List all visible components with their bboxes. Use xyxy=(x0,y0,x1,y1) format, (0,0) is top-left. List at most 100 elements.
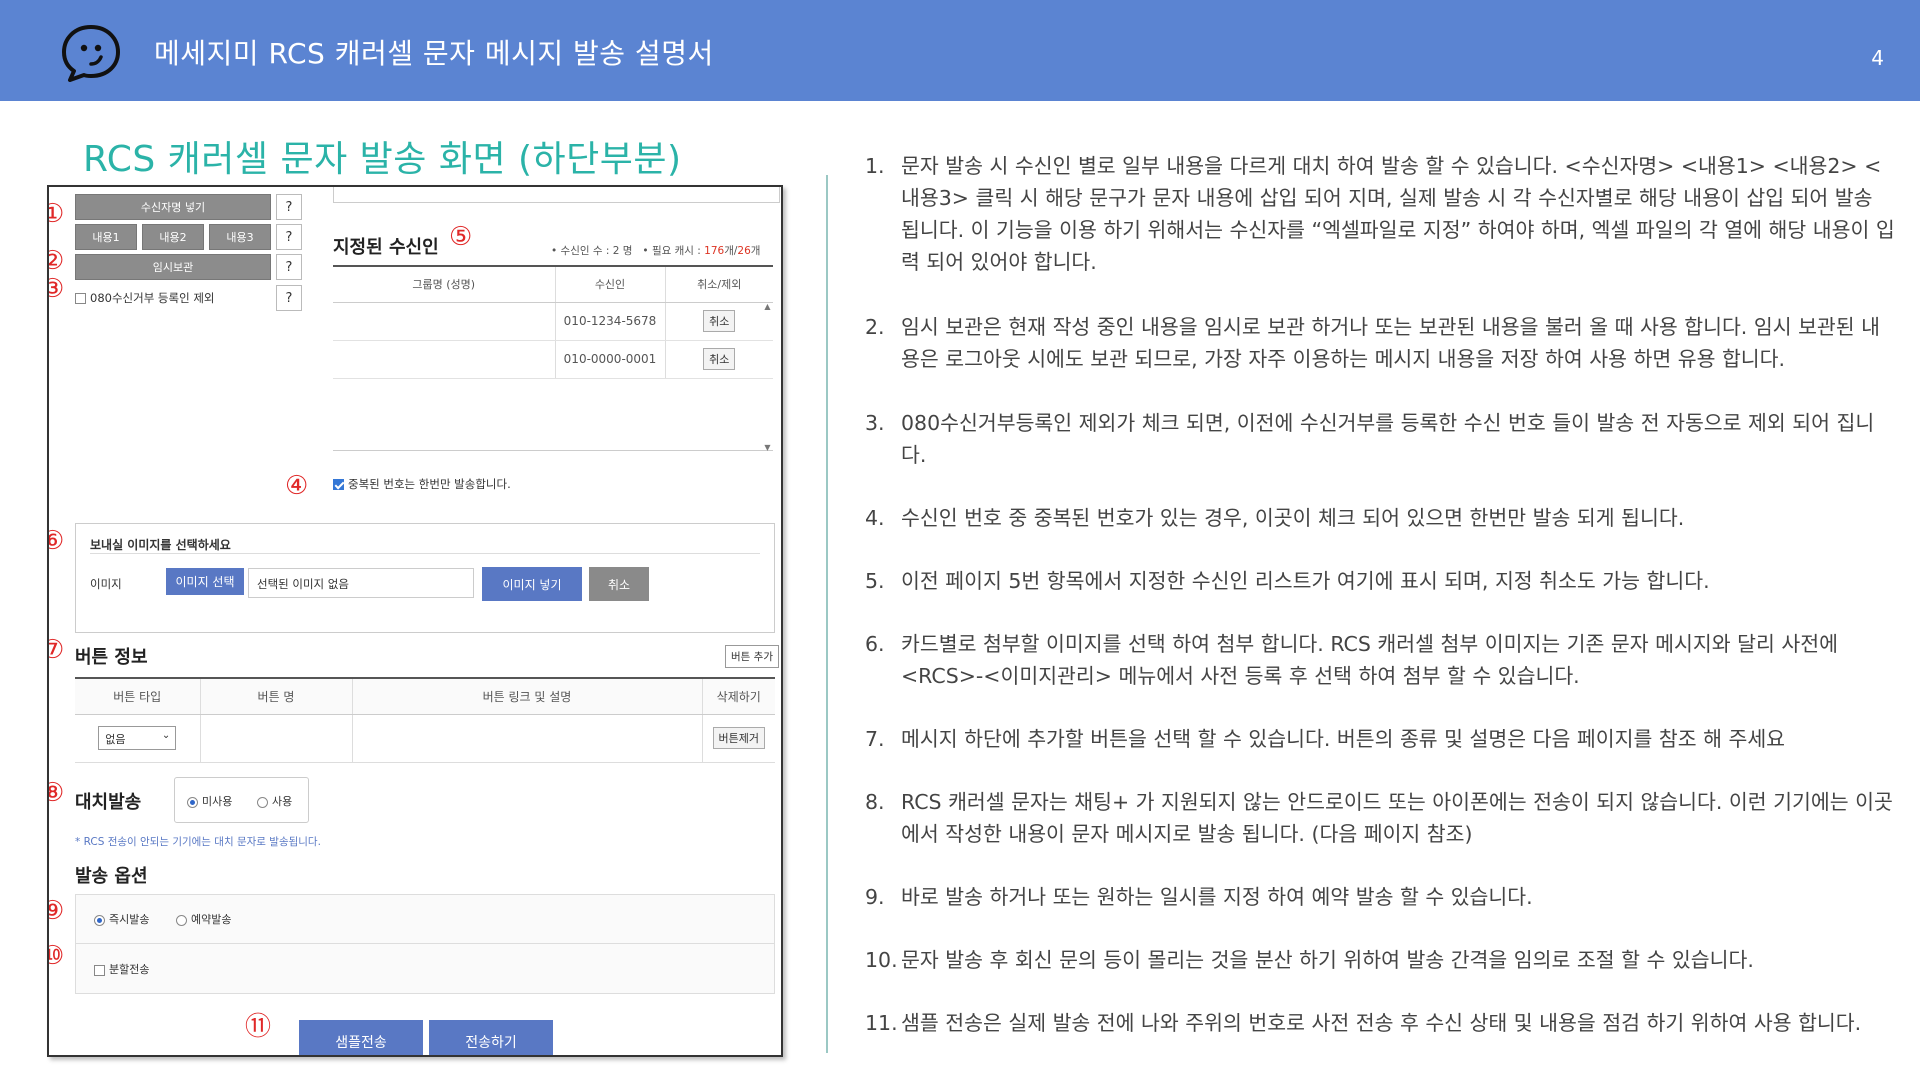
item-number: 8. xyxy=(865,790,885,814)
checkbox-icon[interactable] xyxy=(94,964,105,976)
item-text: 카드별로 첨부할 이미지를 선택 하여 첨부 합니다. RCS 캐러셀 첨부 이… xyxy=(901,632,1838,688)
checkbox-icon[interactable] xyxy=(75,293,86,304)
send-reserve-radio[interactable]: 예약발송 xyxy=(176,911,231,927)
marker-5: ⑤ xyxy=(449,222,473,252)
selected-image-field[interactable]: 선택된 이미지 없음 xyxy=(248,568,474,598)
list-item: 11. 샘플 전송은 실제 발송 전에 나와 주위의 번호로 사전 전송 후 수… xyxy=(865,1007,1861,1039)
list-item: 1. 문자 발송 시 수신인 별로 일부 내용을 다르게 대치 하여 발송 할 … xyxy=(865,150,1895,278)
marker-2: ② xyxy=(49,248,64,274)
help-button-recipient-name[interactable]: ? xyxy=(276,194,302,220)
marker-3: ③ xyxy=(49,276,64,302)
marker-6: ⑥ xyxy=(49,528,64,554)
list-item: 9. 바로 발송 하거나 또는 원하는 일시를 지정 하여 예약 발송 할 수 … xyxy=(865,881,1533,913)
cash-unit: 개/ xyxy=(724,245,738,257)
button-link-cell[interactable] xyxy=(351,714,702,763)
header-title: 메세지미 RCS 캐러셀 문자 메시지 발송 설명서 xyxy=(154,37,714,70)
split-send-label: 분할전송 xyxy=(109,963,150,976)
item-text: 수신인 번호 중 중복된 번호가 있는 경우, 이곳이 체크 되어 있으면 한번… xyxy=(901,506,1685,530)
chevron-down-icon: ⌄ xyxy=(161,730,171,741)
scroll-down-icon[interactable]: ▼ xyxy=(762,443,773,452)
col-group: 그룹명 (성명) xyxy=(333,265,555,303)
radio-icon[interactable] xyxy=(257,796,268,808)
exclude-080-checkbox[interactable]: 080수신거부 등록인 제외 xyxy=(75,290,214,306)
content3-button[interactable]: 내용3 xyxy=(209,224,271,250)
button-name-cell[interactable] xyxy=(199,714,352,763)
list-item: 7. 메시지 하단에 추가할 버튼을 선택 할 수 있습니다. 버튼의 종류 및… xyxy=(865,723,1785,755)
dedupe-label: 중복된 번호는 한번만 발송합니다. xyxy=(348,477,511,491)
radio-icon[interactable] xyxy=(176,914,187,926)
send-options-box: 즉시발송 예약발송 분할전송 xyxy=(75,894,775,994)
table-row: 없음 ⌄ 버튼제거 xyxy=(75,714,775,763)
send-now-label: 즉시발송 xyxy=(109,913,150,926)
image-select-button[interactable]: 이미지 선택 xyxy=(166,568,244,595)
marker-7: ⑦ xyxy=(49,637,64,663)
image-section-title: 보내실 이미지를 선택하세요 xyxy=(90,538,231,552)
item-number: 2. xyxy=(865,315,885,339)
item-number: 11. xyxy=(865,1011,898,1035)
fallback-title: 대치발송 xyxy=(75,792,142,813)
table-row: 010-0000-0001 취소 xyxy=(333,340,773,379)
list-item: 3. 080수신거부등록인 제외가 체크 되면, 이전에 수신거부를 등록한 수… xyxy=(865,407,1895,471)
item-number: 1. xyxy=(865,154,885,178)
radio-selected-icon[interactable] xyxy=(187,796,198,808)
split-send-checkbox[interactable]: 분할전송 xyxy=(94,961,149,977)
content1-button[interactable]: 내용1 xyxy=(75,224,137,250)
marker-9: ⑨ xyxy=(49,898,64,924)
fallback-options-box: 미사용 사용 xyxy=(174,777,309,823)
button-type-select[interactable]: 없음 ⌄ xyxy=(98,726,177,750)
page-header: 메세지미 RCS 캐러셀 문자 메시지 발송 설명서 4 xyxy=(0,0,1920,101)
image-cancel-button[interactable]: 취소 xyxy=(589,567,649,601)
cash-total-unit: 개 xyxy=(750,245,761,257)
help-button-content[interactable]: ? xyxy=(276,224,302,250)
item-number: 5. xyxy=(865,569,885,593)
item-text: 메시지 하단에 추가할 버튼을 선택 할 수 있습니다. 버튼의 종류 및 설명… xyxy=(901,727,1786,751)
recipient-count: • 수신인 수 : 2 명 xyxy=(551,245,633,257)
help-button-080[interactable]: ? xyxy=(276,285,302,311)
col-delete: 삭제하기 xyxy=(701,677,775,715)
list-item: 2. 임시 보관은 현재 작성 중인 내용을 임시로 보관 하거나 또는 보관된… xyxy=(865,311,1895,375)
exclude-080-label: 080수신거부 등록인 제외 xyxy=(90,291,215,305)
message-textarea-edge xyxy=(333,187,780,203)
chat-bubble-logo-icon xyxy=(62,25,120,82)
temp-save-button[interactable]: 임시보관 xyxy=(75,254,271,280)
scroll-up-icon[interactable]: ▲ xyxy=(762,302,773,311)
checkbox-checked-icon[interactable] xyxy=(333,479,344,490)
recipients-summary: • 수신인 수 : 2 명 • 필요 캐시 : 176개/26개 xyxy=(551,243,760,258)
list-item: 10. 문자 발송 후 회신 문의 등이 몰리는 것을 분산 하기 위하여 발송… xyxy=(865,944,1754,976)
help-button-temp-save[interactable]: ? xyxy=(276,254,302,280)
remove-button-button[interactable]: 버튼제거 xyxy=(712,727,765,749)
send-now-radio[interactable]: 즉시발송 xyxy=(94,911,149,927)
list-item: 5. 이전 페이지 5번 항목에서 지정한 수신인 리스트가 여기에 표시 되며… xyxy=(865,565,1710,597)
page-number: 4 xyxy=(1871,46,1884,70)
content2-button[interactable]: 내용2 xyxy=(142,224,204,250)
cancel-recipient-button[interactable]: 취소 xyxy=(703,348,736,370)
cash-total-value: 26 xyxy=(737,245,751,257)
fallback-off-radio[interactable]: 미사용 xyxy=(187,793,232,809)
item-number: 6. xyxy=(865,632,885,656)
item-text: RCS 캐러셀 문자는 채팅+ 가 지원되지 않는 안드로이드 또는 아이폰에는… xyxy=(901,790,1893,846)
image-insert-button[interactable]: 이미지 넣기 xyxy=(482,567,582,601)
col-button-type: 버튼 타입 xyxy=(75,677,200,715)
col-cancel: 취소/제외 xyxy=(664,265,773,303)
marker-1: ① xyxy=(49,201,64,227)
item-text: 샘플 전송은 실제 발송 전에 나와 주위의 번호로 사전 전송 후 수신 상태… xyxy=(901,1011,1862,1035)
recipients-scrollbar[interactable]: ▲ ▼ xyxy=(762,302,773,452)
button-type-value: 없음 xyxy=(105,733,126,746)
fallback-on-radio[interactable]: 사용 xyxy=(257,793,292,809)
image-select-box: 보내실 이미지를 선택하세요 이미지 이미지 선택 선택된 이미지 없음 이미지… xyxy=(75,523,775,633)
sample-send-button[interactable]: 샘플전송 xyxy=(299,1020,423,1055)
divider-line xyxy=(826,175,828,1053)
recipients-list-area xyxy=(333,379,773,451)
send-reserve-label: 예약발송 xyxy=(191,913,232,926)
radio-selected-icon[interactable] xyxy=(94,914,105,926)
group-cell xyxy=(333,302,555,341)
item-number: 10. xyxy=(865,948,898,972)
dedupe-checkbox[interactable]: 중복된 번호는 한번만 발송합니다. xyxy=(333,476,511,492)
send-button[interactable]: 전송하기 xyxy=(429,1020,553,1055)
cancel-recipient-button[interactable]: 취소 xyxy=(703,310,736,332)
rcs-send-screenshot: 수신자명 넣기 ? 내용1 내용2 내용3 ? 임시보관 ? 080수신거부 등… xyxy=(47,185,783,1057)
required-cash-value: 176 xyxy=(704,245,725,257)
marker-11: ⑪ xyxy=(245,1012,272,1042)
add-button-button[interactable]: 버튼 추가 xyxy=(725,645,779,668)
insert-recipient-name-button[interactable]: 수신자명 넣기 xyxy=(75,194,271,220)
